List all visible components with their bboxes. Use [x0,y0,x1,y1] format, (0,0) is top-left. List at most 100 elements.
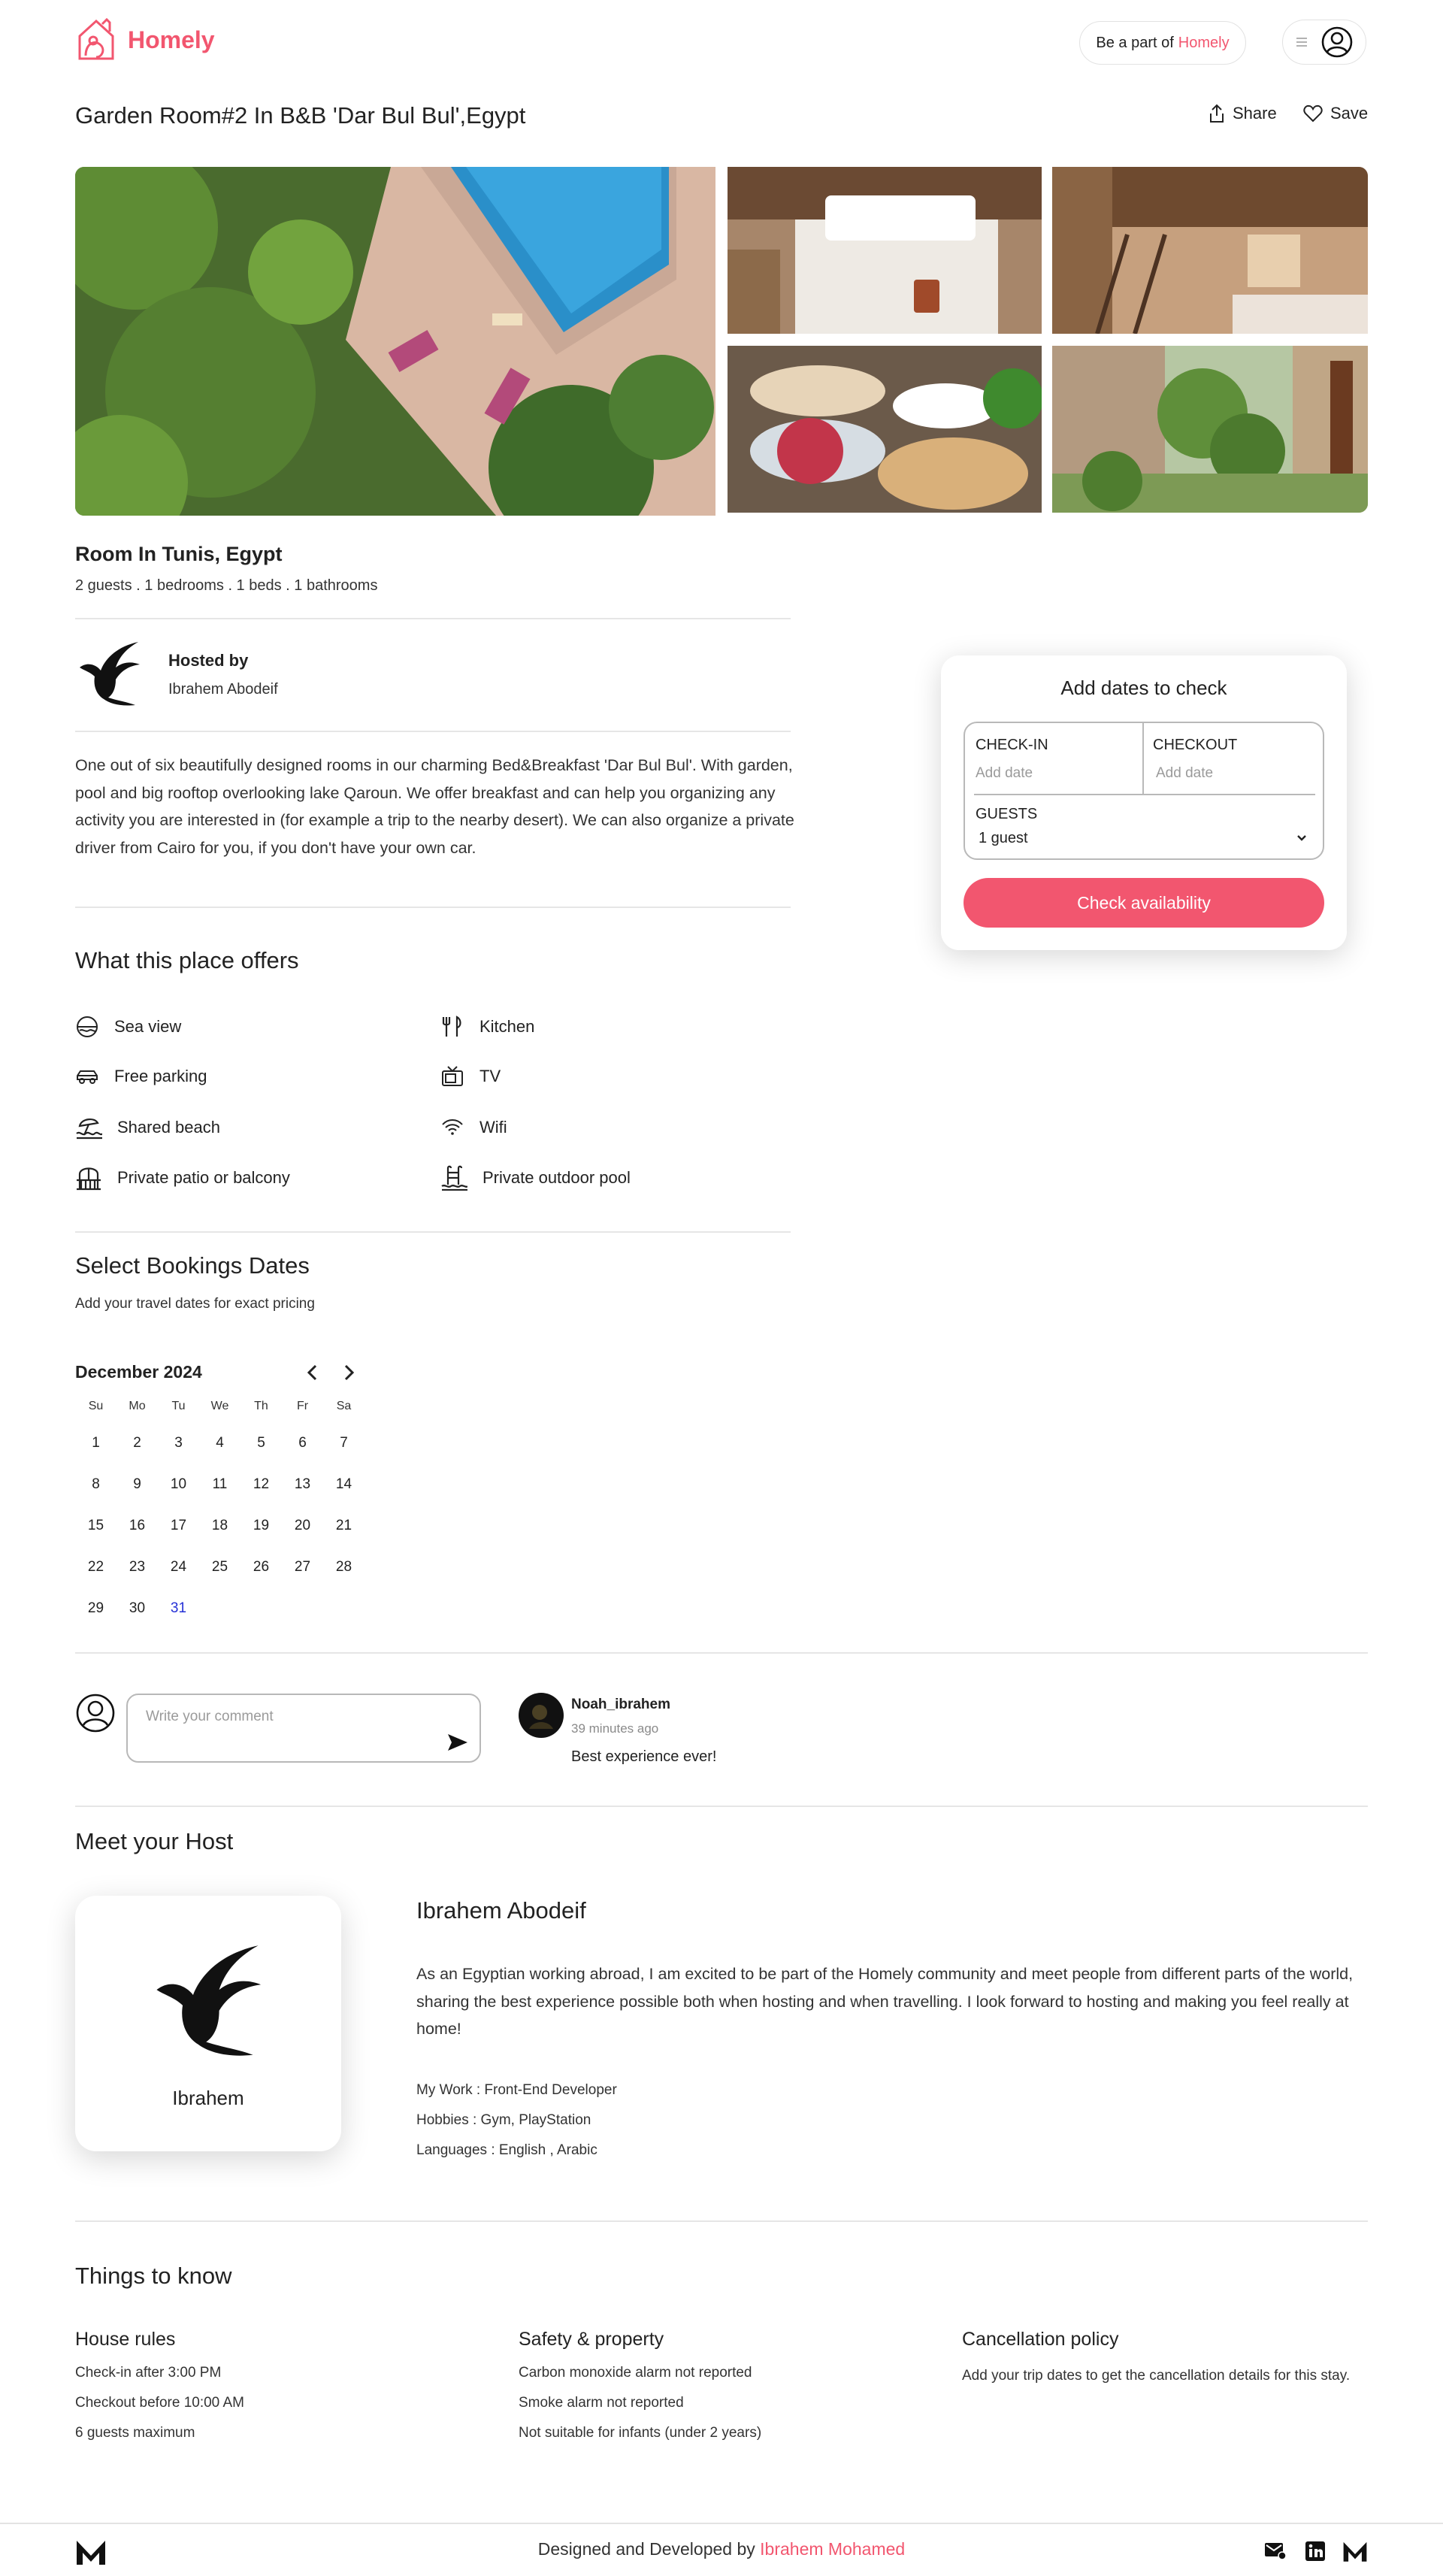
calendar-day[interactable]: 8 [75,1464,116,1505]
calendar-day[interactable]: 19 [240,1505,282,1546]
linkedin-icon[interactable] [1305,2541,1326,2562]
amenity-private-pool: Private outdoor pool [440,1165,631,1191]
user-menu-button[interactable] [1282,20,1366,65]
amenity-label: Private patio or balcony [117,1168,290,1187]
car-icon [75,1064,99,1088]
host-bird-logo [149,1938,266,2063]
guests-select[interactable]: GUESTS 1 guest [965,795,1323,858]
safety-line: Carbon monoxide alarm not reported [519,2365,752,2381]
checkin-label: CHECK-IN [976,737,1048,753]
host-avatar-bird [75,639,143,708]
host-work: My Work : Front-End Developer [416,2082,617,2098]
comment-time: 39 minutes ago [571,1721,659,1736]
calendar-day[interactable]: 11 [199,1464,240,1505]
listing-description: One out of six beautifully designed room… [75,756,794,857]
share-button[interactable]: Share [1209,104,1277,123]
calendar-prev-icon[interactable] [304,1362,322,1383]
calendar-day[interactable]: 10 [158,1464,199,1505]
email-icon[interactable] [1264,2541,1287,2560]
hosted-by-label: Hosted by [168,651,249,670]
calendar-day[interactable]: 29 [75,1588,116,1629]
sea-view-icon [75,1015,99,1039]
host-card[interactable]: Ibrahem [75,1896,341,2151]
calendar-day[interactable]: 4 [199,1422,240,1464]
footer-divider [0,2523,1443,2524]
amenity-kitchen: Kitchen [440,1015,534,1039]
calendar-day[interactable]: 26 [240,1546,282,1588]
calendar-day[interactable]: 20 [282,1505,323,1546]
comment-placeholder: Write your comment [146,1709,274,1724]
calendar-day[interactable]: 15 [75,1505,116,1546]
calendar-day[interactable]: 12 [240,1464,282,1505]
amenity-sea-view: Sea view [75,1015,181,1039]
guests-label: GUESTS [976,806,1038,822]
calendar-day[interactable]: 24 [158,1546,199,1588]
amenity-label: Sea view [114,1017,182,1036]
medium-logo-icon[interactable] [1342,2539,1368,2563]
calendar-day[interactable]: 25 [199,1546,240,1588]
divider [75,731,791,732]
calendar-day[interactable]: 1 [75,1422,116,1464]
calendar-day[interactable]: 21 [323,1505,365,1546]
user-avatar-icon [1320,26,1354,59]
footer-author-link[interactable]: Ibrahem Mohamed [760,2539,905,2559]
become-host-button[interactable]: Be a part of Homely [1079,21,1246,65]
calendar-weekday: Sa [336,1400,352,1412]
calendar-day[interactable]: 9 [116,1464,158,1505]
amenity-label: Private outdoor pool [483,1168,631,1187]
calendar-day[interactable]: 23 [116,1546,158,1588]
calendar-day[interactable]: 22 [75,1546,116,1588]
checkin-placeholder: Add date [976,765,1033,781]
calendar-day[interactable]: 18 [199,1505,240,1546]
comment-input[interactable]: Write your comment [126,1694,481,1763]
share-label: Share [1233,104,1277,123]
checkin-field[interactable]: CHECK-IN Add date [965,723,1144,794]
calendar-day[interactable]: 14 [323,1464,365,1505]
amenity-label: TV [479,1067,501,1085]
check-availability-button[interactable]: Check availability [964,878,1324,928]
divider [75,1231,791,1233]
divider [75,907,791,908]
photo-bedroom[interactable] [728,167,1042,334]
calendar-day[interactable]: 5 [240,1422,282,1464]
checkout-field[interactable]: CHECKOUT Add date [1144,723,1323,794]
photo-loft-room[interactable] [1052,167,1368,334]
amenity-label: Kitchen [479,1017,535,1036]
calendar-next-icon[interactable] [340,1362,358,1383]
booking-dates-title: Select Bookings Dates [75,1252,310,1279]
brand-logo[interactable]: Homely [75,17,215,63]
divider [75,1806,1368,1807]
save-button[interactable]: Save [1303,104,1368,123]
room-title: Room In Tunis, Egypt [75,543,283,565]
calendar-day[interactable]: 13 [282,1464,323,1505]
house-rule-line: Check-in after 3:00 PM [75,2365,222,2381]
amenity-wifi: Wifi [440,1115,507,1140]
amenity-label: Free parking [114,1067,207,1085]
amenity-private-patio: Private patio or balcony [75,1165,290,1191]
house-logo-icon [75,17,117,63]
become-host-prefix: Be a part of [1096,34,1174,51]
host-name: Ibrahem Abodeif [168,681,278,698]
footer-credit-prefix: Designed and Developed by [537,2539,755,2559]
calendar-day-today[interactable]: 31 [158,1588,199,1629]
calendar-day[interactable]: 30 [116,1588,158,1629]
beach-icon [75,1115,102,1140]
calendar-day[interactable]: 7 [323,1422,365,1464]
brand-name: Homely [128,26,215,53]
calendar-day[interactable]: 6 [282,1422,323,1464]
calendar-day[interactable]: 17 [158,1505,199,1546]
cancellation-text: Add your trip dates to get the cancellat… [962,2368,1351,2384]
photo-garden[interactable] [1052,346,1368,513]
host-bio: As an Egyptian working abroad, I am exci… [416,1965,1354,2038]
calendar-day[interactable]: 28 [323,1546,365,1588]
calendar-day[interactable]: 3 [158,1422,199,1464]
heart-icon [1303,104,1323,123]
photo-main-pool-aerial[interactable] [75,167,715,516]
calendar-day[interactable]: 16 [116,1505,158,1546]
calendar-day[interactable]: 2 [116,1422,158,1464]
photo-breakfast[interactable] [728,346,1042,513]
wifi-icon [440,1115,464,1140]
checkout-placeholder: Add date [1156,765,1214,781]
send-icon[interactable] [446,1733,469,1752]
calendar-day[interactable]: 27 [282,1546,323,1588]
